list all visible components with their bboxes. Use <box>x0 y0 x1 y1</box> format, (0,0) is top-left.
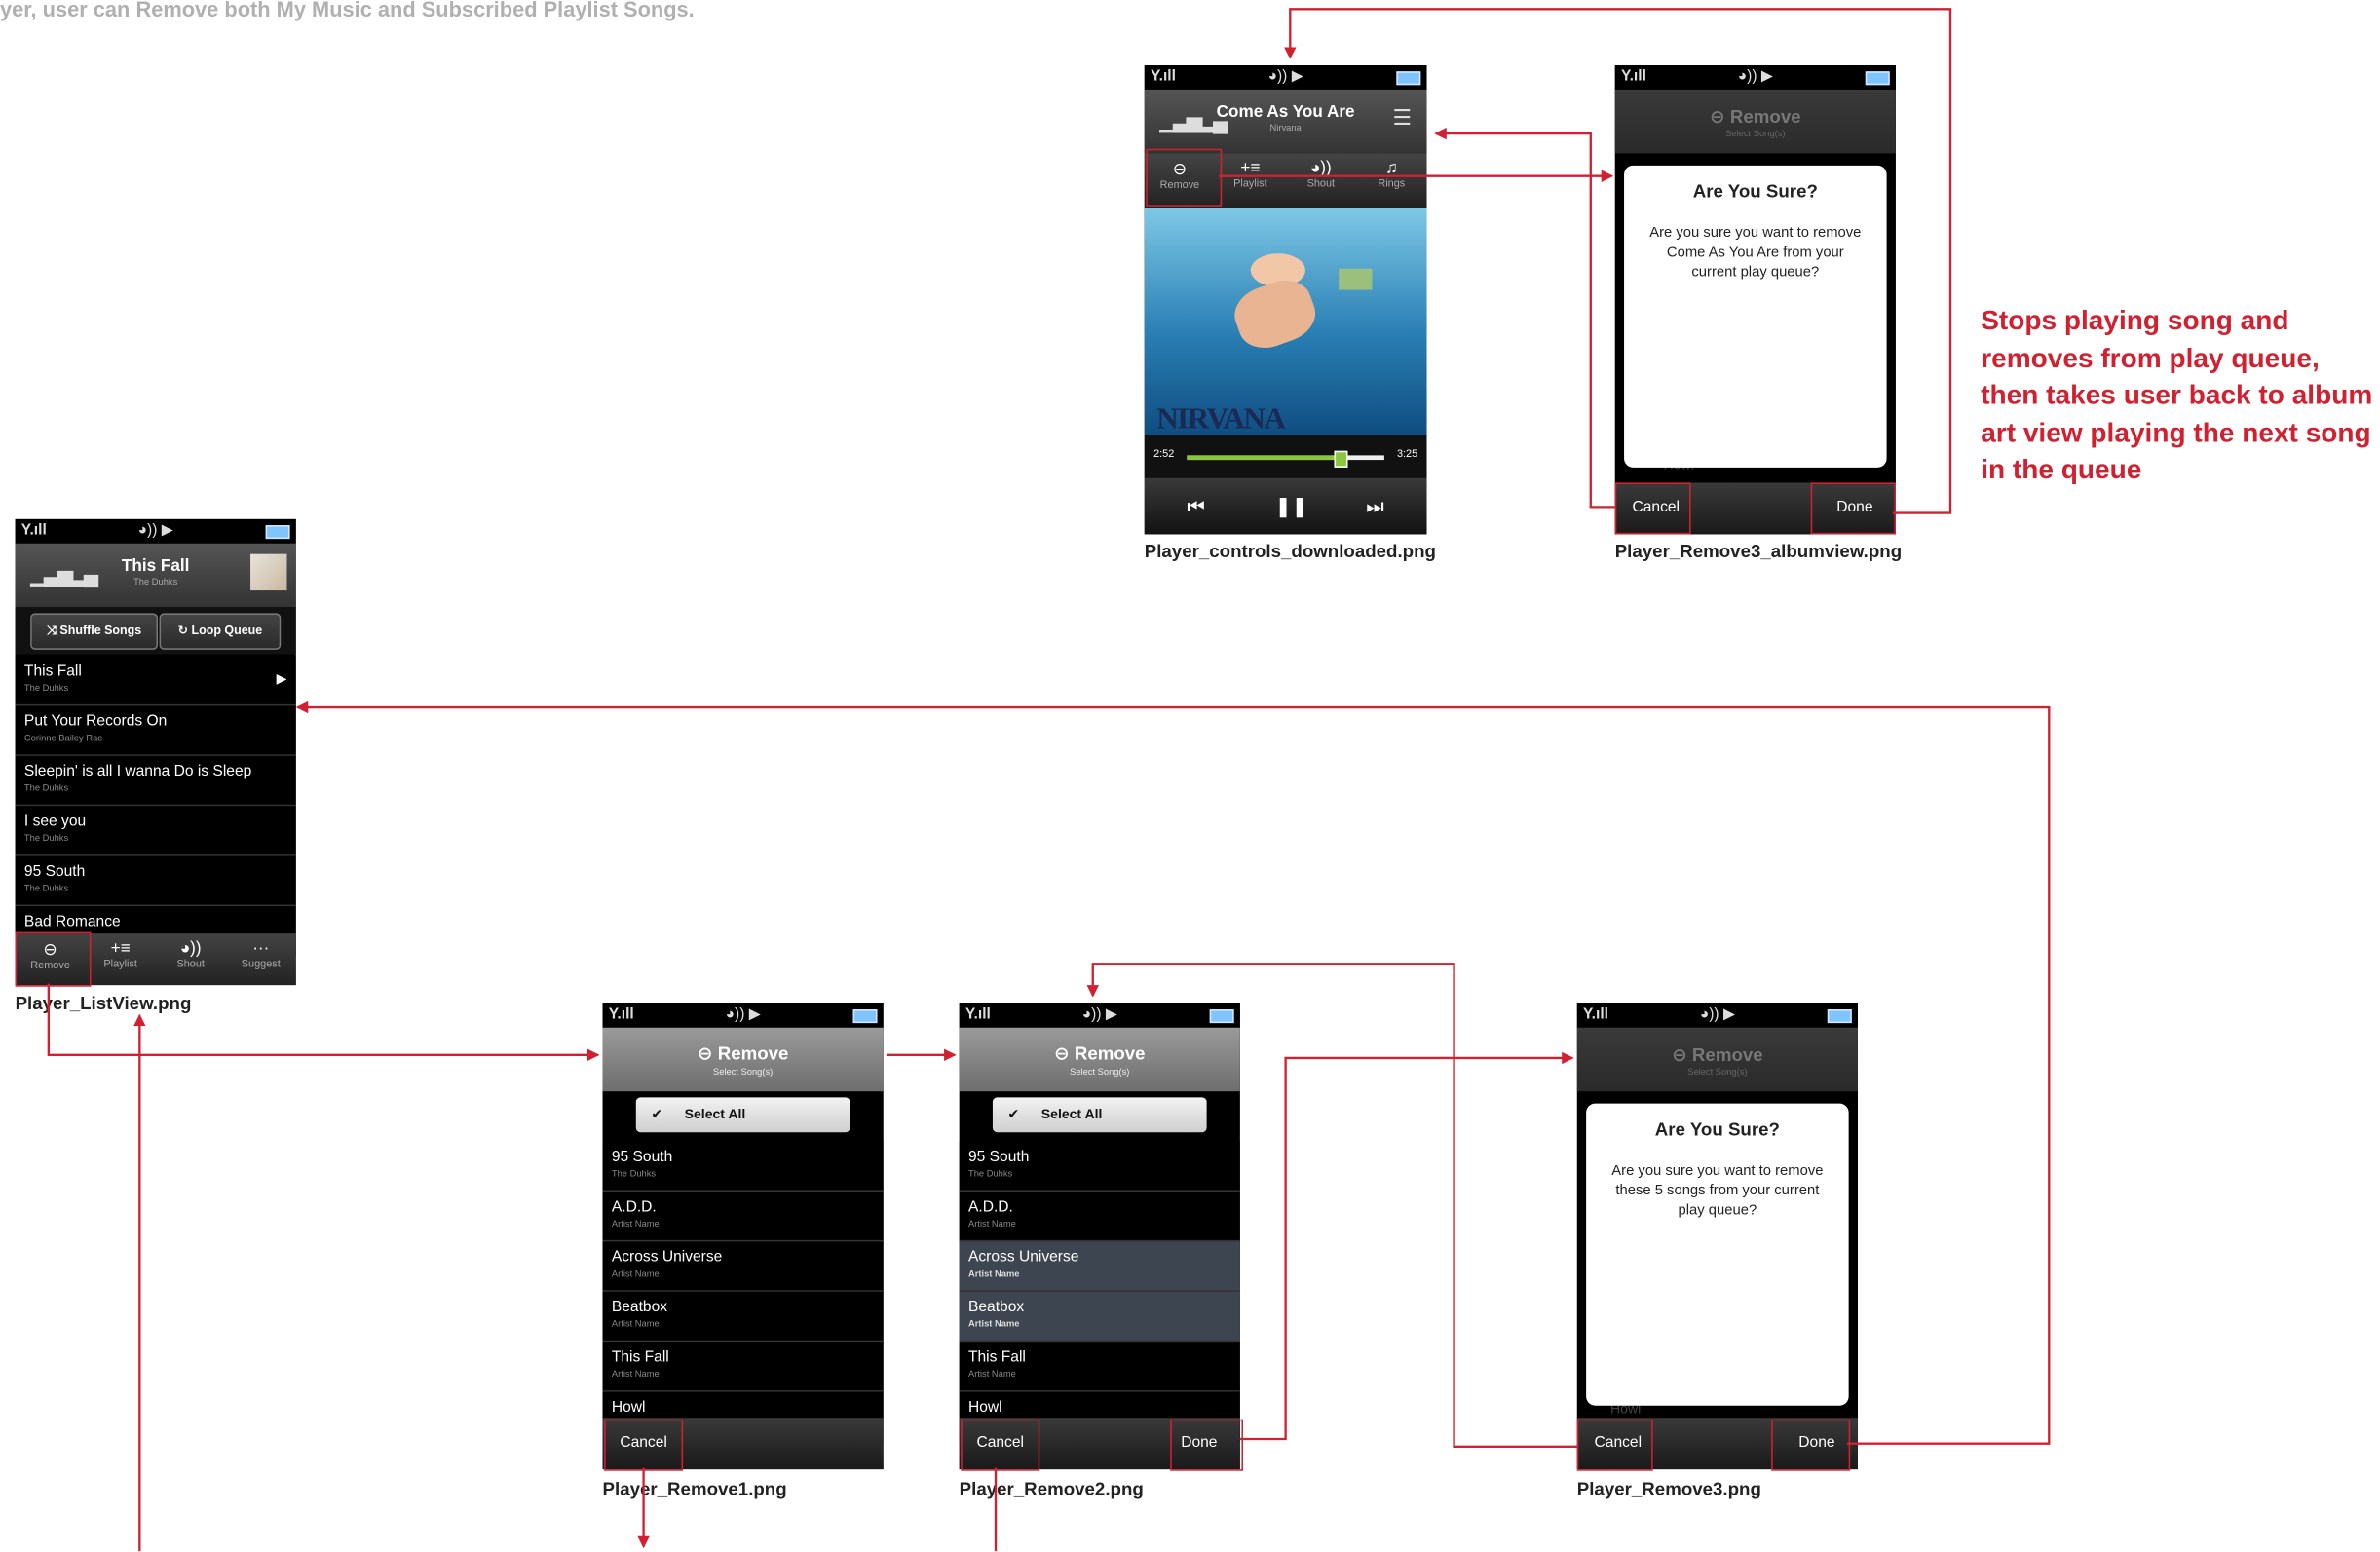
flow-diagram: yer, user can Remove both My Music and S… <box>0 0 2380 1552</box>
arrow-done-r3-to-list <box>295 700 2051 1445</box>
arrow-list-remove-to-r1 <box>47 983 600 1062</box>
arrow-done-to-controls <box>1284 8 1952 514</box>
arrow-done-r2-to-r3 <box>1239 1051 1574 1441</box>
flow-arrows <box>47 8 2051 1552</box>
arrow-cancel-to-controls <box>1434 127 1615 509</box>
arrow-cancel-r3-to-r2 <box>1086 963 1577 1448</box>
